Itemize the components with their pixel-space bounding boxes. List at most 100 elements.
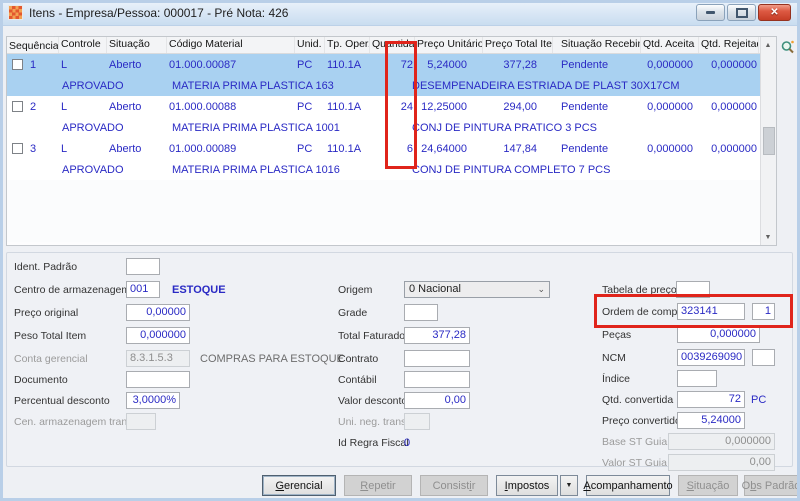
cell-sequencia: 1 (30, 58, 37, 71)
col-header-preco-unitario[interactable]: Preço Unitário (415, 37, 483, 53)
grade-input[interactable] (404, 304, 438, 321)
title-bar[interactable]: Itens - Empresa/Pessoa: 000017 - Pré Not… (0, 0, 800, 26)
impostos-dropdown-button[interactable]: ▼ (560, 475, 578, 496)
cell-sequencia: 3 (30, 142, 37, 155)
table-row[interactable]: 2 L Aberto 01.000.00088 PC 110.1A 24 12,… (7, 96, 762, 117)
close-button[interactable]: ✕ (758, 4, 791, 21)
gerencial-button[interactable]: Gerencial (262, 475, 336, 496)
cell-qtd-rejeitada: 0,000000 (711, 100, 757, 113)
tabela-preco-input[interactable] (676, 281, 710, 298)
field-label: Total Faturado (338, 330, 406, 342)
scrollbar-thumb[interactable] (763, 127, 775, 155)
cell-unid: PC (297, 100, 313, 113)
cell-unid: PC (297, 142, 313, 155)
ordem-compra-parcela-input[interactable]: 1 (752, 303, 775, 320)
col-header-quantidade[interactable]: Quantidade (370, 37, 415, 53)
field-label: Índice (602, 373, 631, 385)
repetir-button[interactable]: Repetir (344, 475, 412, 496)
scroll-up-icon[interactable]: ▲ (761, 38, 775, 52)
field-label: Peso Total Item (14, 330, 87, 342)
col-header-qtd-rejeitada[interactable]: Qtd. Rejeitada (699, 37, 759, 53)
conta-gerencial-input: 8.3.1.5.3 (126, 350, 190, 367)
contabil-input[interactable] (404, 371, 470, 388)
col-header-preco-total-item[interactable]: Preço Total Item (483, 37, 553, 53)
col-header-tp-oper[interactable]: Tp. Oper. (325, 37, 370, 53)
ordem-compra-input[interactable]: 323141 (677, 303, 745, 320)
obs-padrao-button[interactable]: Obs Padrão (742, 475, 800, 496)
field-label: Ordem de compra (602, 306, 687, 318)
minimize-button[interactable] (696, 4, 725, 21)
cell-sequencia: 2 (30, 100, 37, 113)
cell-aprovacao: APROVADO (62, 163, 124, 176)
table-row[interactable]: 3 L Aberto 01.000.00089 PC 110.1A 6 24,6… (7, 138, 762, 159)
col-header-sequencia[interactable]: Sequência (7, 37, 59, 53)
field-label: Peças (602, 329, 632, 341)
preco-convertido-input[interactable]: 5,24000 (677, 412, 745, 429)
cell-aprovacao: APROVADO (62, 121, 124, 134)
col-header-codigo-material[interactable]: Código Material (167, 37, 295, 53)
maximize-button[interactable] (727, 4, 756, 21)
cell-preco-total-item: 294,00 (503, 100, 537, 113)
table-row[interactable]: 1 L Aberto 01.000.00087 PC 110.1A 72 5,2… (7, 54, 762, 75)
field-label: Contrato (338, 353, 379, 365)
origem-select[interactable]: 0 Nacional ⌄ (404, 281, 550, 298)
documento-input[interactable] (126, 371, 190, 388)
chevron-down-icon: ⌄ (537, 284, 545, 294)
zoom-button[interactable] (780, 39, 796, 55)
cell-situacao: Aberto (109, 100, 142, 113)
cell-preco-total-item: 377,28 (503, 58, 537, 71)
scroll-down-icon[interactable]: ▼ (761, 230, 775, 244)
qtd-convertida-unidade: PC (751, 394, 767, 406)
col-header-unid[interactable]: Unid. (295, 37, 325, 53)
cell-descricao-material: MATERIA PRIMA PLASTICA 1016 (172, 163, 340, 176)
maximize-icon (735, 7, 748, 18)
table-row-description[interactable]: APROVADO MATERIA PRIMA PLASTICA 163 DESE… (7, 75, 762, 96)
total-faturado-input[interactable]: 377,28 (404, 327, 470, 344)
valor-desconto-input[interactable]: 0,00 (404, 392, 470, 409)
centro-armazenagem-input[interactable]: 001 (126, 281, 160, 298)
cell-situacao-recebimento: Pendente (561, 100, 609, 113)
situacao-button[interactable]: Situação (678, 475, 738, 496)
row-checkbox[interactable] (12, 101, 23, 112)
contrato-input[interactable] (404, 350, 470, 367)
preco-original-input[interactable]: 0,00000 (126, 304, 190, 321)
field-label: Contábil (338, 374, 377, 386)
cell-situacao: Aberto (109, 142, 142, 155)
impostos-button[interactable]: Impostos (496, 475, 558, 496)
cell-unid: PC (297, 58, 313, 71)
minimize-icon (706, 11, 715, 14)
row-checkbox[interactable] (12, 59, 23, 70)
ncm-input[interactable]: 0039269090 (677, 349, 745, 366)
field-label: Centro de armazenagem (14, 284, 131, 296)
ncm-ex-input[interactable] (752, 349, 775, 366)
cell-tp-oper: 110.1A (327, 142, 362, 155)
cell-qtd-aceita: 0,000000 (647, 58, 693, 71)
ident-padrao-input[interactable] (126, 258, 160, 275)
acompanhamento-button[interactable]: Acompanhamento (583, 475, 673, 496)
cell-preco-unitario: 24,64000 (421, 142, 467, 155)
cell-controle: L (61, 100, 68, 113)
field-label: Ident. Padrão (14, 261, 78, 273)
centro-armazenagem-descricao: ESTOQUE (172, 284, 226, 296)
conta-gerencial-descricao: COMPRAS PARA ESTOQUE (200, 353, 344, 365)
cell-controle: L (61, 142, 68, 155)
grid-scrollbar[interactable]: ▲ ▼ (760, 37, 776, 245)
consistir-button[interactable]: Consistir (420, 475, 488, 496)
row-checkbox[interactable] (12, 143, 23, 154)
col-header-qtd-aceita[interactable]: Qtd. Aceita (641, 37, 699, 53)
col-header-controle[interactable]: Controle (59, 37, 107, 53)
percentual-desconto-input[interactable]: 3,0000% (126, 392, 180, 409)
cell-preco-unitario: 12,25000 (421, 100, 467, 113)
col-header-situacao[interactable]: Situação (107, 37, 167, 53)
table-row-description[interactable]: APROVADO MATERIA PRIMA PLASTICA 1016 CON… (7, 159, 762, 180)
table-row-description[interactable]: APROVADO MATERIA PRIMA PLASTICA 1001 CON… (7, 117, 762, 138)
cell-codigo-material: 01.000.00088 (169, 100, 237, 113)
indice-input[interactable] (677, 370, 717, 387)
col-header-situacao-recebimen[interactable]: Situação Recebimen. (553, 37, 641, 53)
cell-descricao-item: CONJ DE PINTURA COMPLETO 7 PCS (412, 163, 611, 176)
cell-controle: L (61, 58, 68, 71)
peso-total-item-input[interactable]: 0,000000 (126, 327, 190, 344)
grid-header-row: Sequência Controle Situação Código Mater… (7, 37, 762, 54)
qtd-convertida-input[interactable]: 72 (677, 391, 745, 408)
pecas-input[interactable]: 0,000000 (677, 326, 760, 343)
